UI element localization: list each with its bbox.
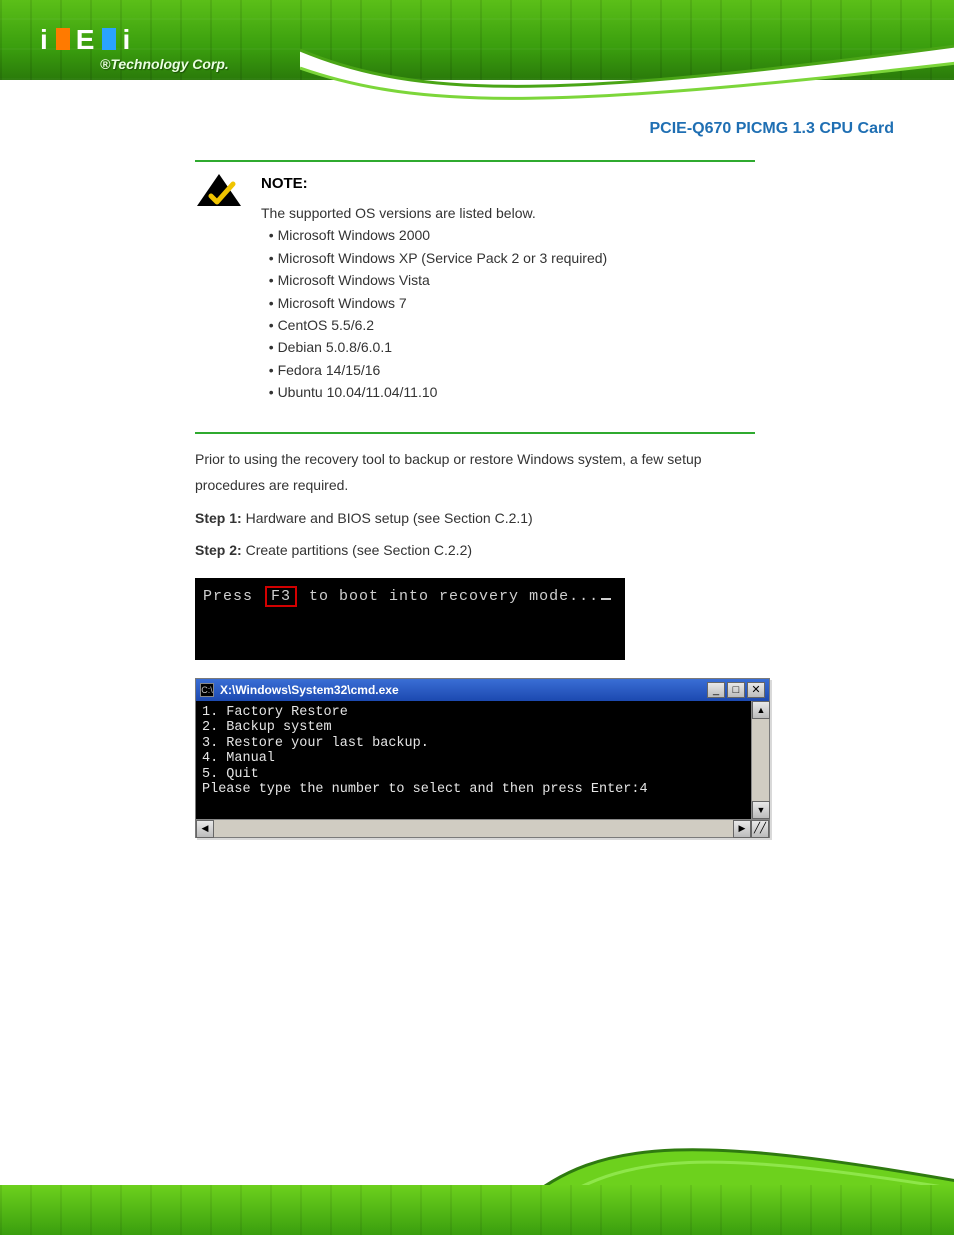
note-text: NOTE: The supported OS versions are list… <box>261 172 755 404</box>
cmd-line-2: 2. Backup system <box>202 720 763 736</box>
logo-block-blue <box>102 28 116 50</box>
brand-logo: i E i <box>40 24 132 56</box>
cmd-title-text: X:\Windows\System32\cmd.exe <box>220 683 701 697</box>
bottom-banner <box>0 1125 954 1235</box>
maximize-button[interactable]: □ <box>727 682 745 698</box>
scroll-up-button[interactable]: ▲ <box>752 701 770 719</box>
main-content: NOTE: The supported OS versions are list… <box>195 160 755 838</box>
step-1-text: Hardware and BIOS setup (see Section C.2… <box>246 510 533 526</box>
note-title: NOTE: <box>261 172 755 196</box>
scroll-v-track[interactable] <box>752 719 769 801</box>
minimize-button[interactable]: _ <box>707 682 725 698</box>
intro-paragraph: Prior to using the recovery tool to back… <box>195 446 755 499</box>
boot-screenshot-text: Press F3 to boot into recovery mode... <box>203 586 611 607</box>
resize-grip[interactable]: ╱╱ <box>751 820 769 838</box>
top-swoosh <box>300 40 954 110</box>
boot-screenshot: Press F3 to boot into recovery mode... <box>195 578 625 660</box>
cmd-vertical-scrollbar[interactable]: ▲ ▼ <box>751 701 769 819</box>
cmd-line-1: 1. Factory Restore <box>202 705 763 721</box>
divider-top <box>195 160 755 162</box>
cmd-line-4: 4. Manual <box>202 751 763 767</box>
brand-tagline: ®Technology Corp. <box>100 56 229 72</box>
scroll-left-button[interactable]: ◀ <box>196 820 214 838</box>
step-2: Step 2: Create partitions (see Section C… <box>195 537 755 564</box>
step-1-label: Step 1: <box>195 510 242 526</box>
close-button[interactable]: ✕ <box>747 682 765 698</box>
scroll-down-button[interactable]: ▼ <box>752 801 770 819</box>
cmd-window: C:\ X:\Windows\System32\cmd.exe _ □ ✕ 1.… <box>195 678 770 838</box>
cmd-line-6: Please type the number to select and the… <box>202 782 763 798</box>
step-2-text: Create partitions (see Section C.2.2) <box>246 542 472 558</box>
product-title: PCIE-Q670 PICMG 1.3 CPU Card <box>649 120 894 138</box>
top-banner: i E i ®Technology Corp. <box>0 0 954 112</box>
note-body: The supported OS versions are listed bel… <box>261 202 755 404</box>
boot-pre: Press <box>203 588 263 605</box>
note-icon <box>195 172 243 208</box>
cmd-title-buttons: _ □ ✕ <box>707 682 765 698</box>
cmd-body-wrap: 1. Factory Restore 2. Backup system 3. R… <box>196 701 769 819</box>
step-2-label: Step 2: <box>195 542 242 558</box>
boot-post: to boot into recovery mode... <box>299 588 599 605</box>
note-block: NOTE: The supported OS versions are list… <box>195 172 755 404</box>
divider-bottom <box>195 432 755 434</box>
cmd-line-3: 3. Restore your last backup. <box>202 736 763 752</box>
cmd-line-5: 5. Quit <box>202 767 763 783</box>
brand-logo-text: i E i <box>40 24 132 56</box>
cmd-body: 1. Factory Restore 2. Backup system 3. R… <box>196 701 769 819</box>
scroll-h-track[interactable] <box>214 820 733 837</box>
cmd-titlebar[interactable]: C:\ X:\Windows\System32\cmd.exe _ □ ✕ <box>196 679 769 701</box>
bottom-banner-bg <box>0 1185 954 1235</box>
cmd-title-icon: C:\ <box>200 683 214 697</box>
boot-cursor <box>601 598 611 600</box>
step-1: Step 1: Hardware and BIOS setup (see Sec… <box>195 505 755 532</box>
logo-block-orange <box>56 28 70 50</box>
scroll-right-button[interactable]: ▶ <box>733 820 751 838</box>
boot-key-highlight: F3 <box>265 586 297 607</box>
cmd-horizontal-scrollbar[interactable]: ◀ ▶ ╱╱ <box>196 819 769 837</box>
